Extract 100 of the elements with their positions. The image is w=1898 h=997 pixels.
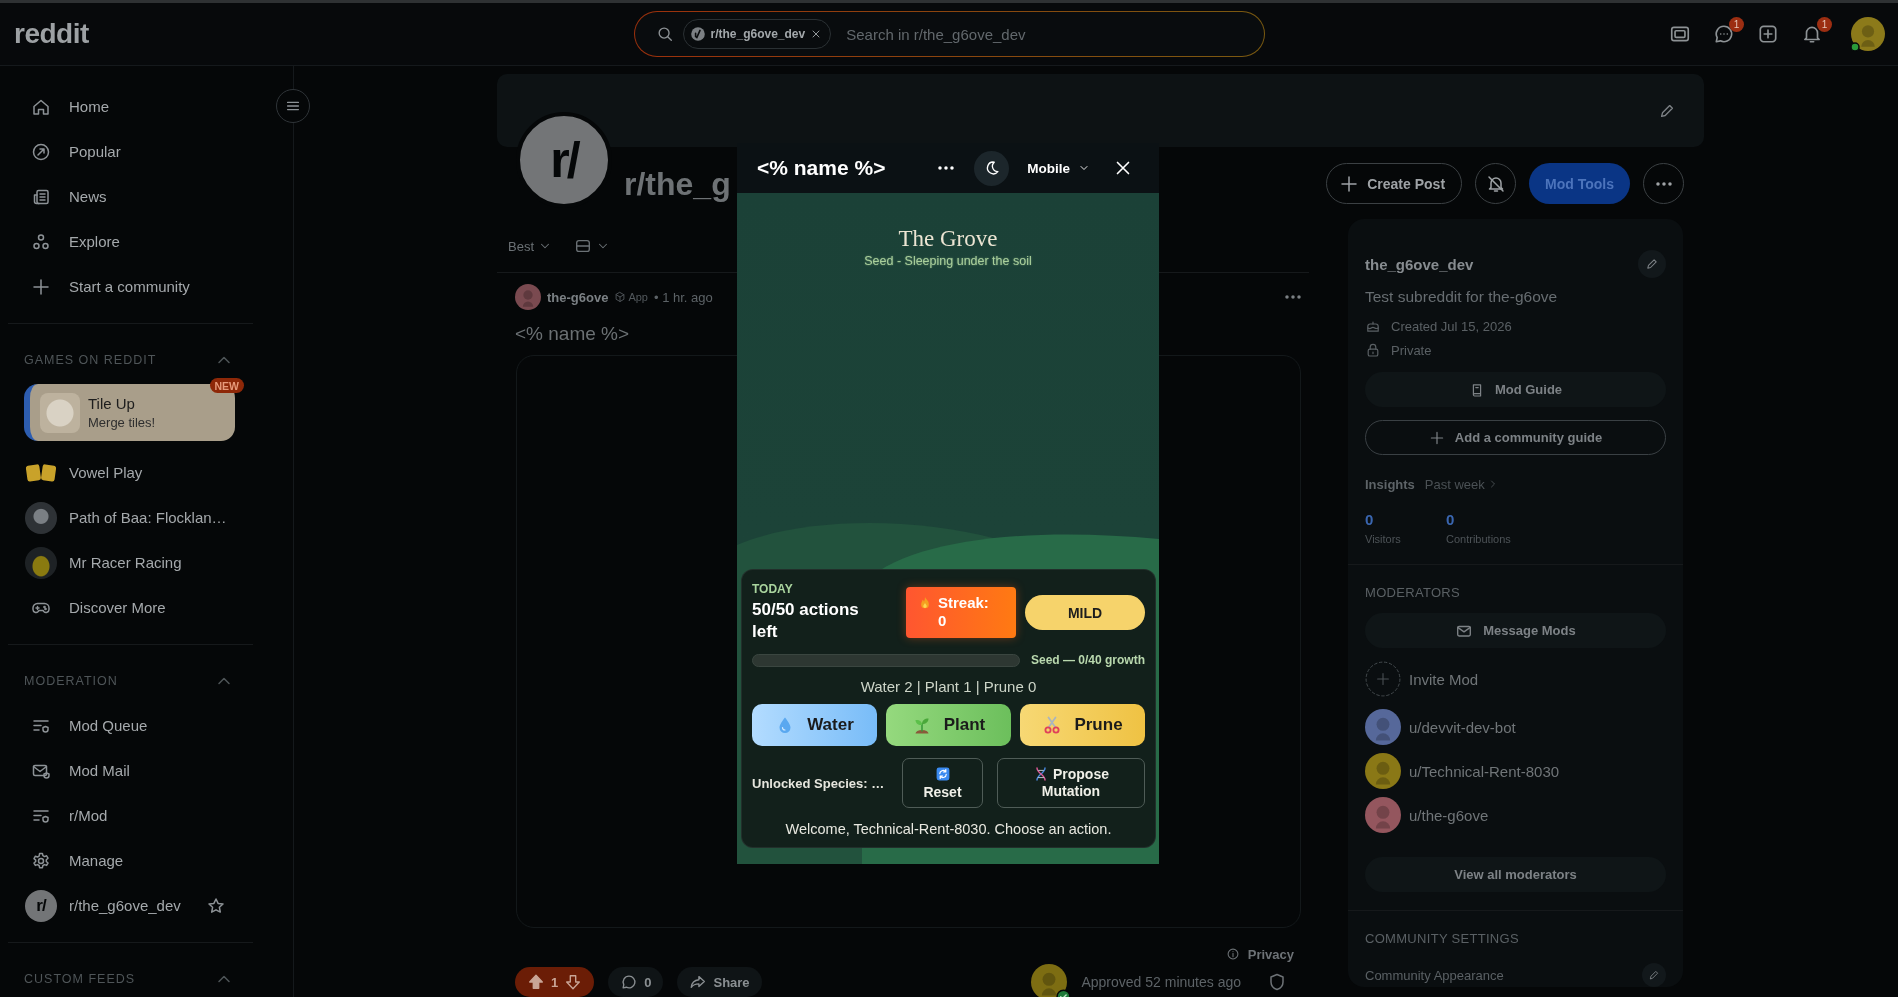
streak-label: Streak: 0 <box>938 594 990 630</box>
stat-value: 0 <box>1365 511 1374 529</box>
section-heading: MODERATORS <box>1365 585 1460 601</box>
bell-off-icon <box>1485 173 1506 194</box>
game-subtitle: Merge tiles! <box>88 415 156 430</box>
created-date: Created Jul 15, 2026 <box>1391 318 1512 334</box>
visibility-label: Private <box>1391 342 1432 358</box>
propose-mutation-button[interactable]: Propose Mutation <box>997 758 1145 808</box>
community-name: the_g6ove_dev <box>1365 255 1474 273</box>
sidebar-item[interactable]: Manage <box>8 838 253 883</box>
sidebar-item[interactable]: News <box>8 174 253 219</box>
stat-label: Visitors <box>1365 532 1401 546</box>
game-thumbnail <box>40 392 80 433</box>
approval-status: Approved 52 minutes ago <box>1081 974 1241 990</box>
share-button[interactable]: Share <box>677 967 762 997</box>
arrow-circle-icon <box>31 141 51 162</box>
cube-icon <box>614 291 627 303</box>
community-description: Test subreddit for the-g6ove <box>1365 287 1559 307</box>
sidebar-item[interactable]: Mod Mail <box>8 748 253 793</box>
status-message: Welcome, Technical-Rent-8030. Choose an action. <box>785 820 1112 839</box>
circles-icon <box>31 231 51 252</box>
view-all-moderators-button[interactable]: View all moderators <box>1365 857 1666 892</box>
plus-icon <box>1339 173 1360 194</box>
dna-icon <box>1033 766 1049 782</box>
upvote-arrow-icon[interactable] <box>527 973 545 991</box>
game-title: Tile Up <box>88 395 135 412</box>
plus-icon <box>1428 429 1445 446</box>
sidebar-item[interactable]: Mr Racer Racing <box>8 540 253 585</box>
comments-button[interactable]: 0 <box>608 967 664 997</box>
moderator-item[interactable]: u/the-g6ove <box>1365 797 1666 833</box>
new-badge: NEW <box>209 378 244 393</box>
moderator-item[interactable]: u/Technical-Rent-8030 <box>1365 753 1666 789</box>
share-icon <box>689 973 708 991</box>
preview-title: <% name %> <box>757 156 886 180</box>
moderator-item[interactable]: u/devvit-dev-bot <box>1365 709 1666 745</box>
message-mods-button[interactable]: Message Mods <box>1365 613 1666 648</box>
view-mode-dropdown[interactable]: Mobile <box>1027 160 1090 176</box>
growth-label: Seed — 0/40 growth <box>1030 653 1145 667</box>
sidebar-item[interactable]: r/Mod <box>8 793 253 838</box>
sidebar-item[interactable]: Home <box>8 84 253 129</box>
collapse-sidebar-button[interactable] <box>276 89 310 123</box>
sort-button[interactable]: Best <box>508 238 552 254</box>
more-icon[interactable] <box>938 166 955 170</box>
more-icon[interactable] <box>1655 181 1672 186</box>
sidebar-item[interactable]: Explore <box>8 219 253 264</box>
post-title: <% name %> <box>515 322 630 346</box>
pencil-icon <box>1648 969 1660 981</box>
stat-value: 0 <box>1446 511 1455 529</box>
mod-guide-button[interactable]: Mod Guide <box>1365 372 1666 407</box>
community-avatar: r/ <box>25 889 57 922</box>
shield-icon[interactable] <box>1267 972 1287 992</box>
privacy-link[interactable]: Privacy <box>1225 945 1294 963</box>
refresh-icon <box>934 765 951 782</box>
notification-badge: 1 <box>1729 17 1744 32</box>
edit-button[interactable] <box>1638 250 1666 278</box>
info-icon <box>1225 947 1240 961</box>
search-field[interactable]: r/the_g6ove_dev Search in r/the_g6ove_dev <box>633 11 1265 57</box>
insights-label: Insights <box>1365 476 1415 492</box>
game-thumbnail <box>25 501 57 534</box>
sidebar-item[interactable]: r/ r/the_g6ove_dev <box>8 883 181 928</box>
game-title: The Grove <box>898 225 998 253</box>
action-button[interactable]: Plant <box>886 704 1011 746</box>
sidebar-item[interactable]: Discover More <box>8 585 253 630</box>
community-title: r/the_g <box>624 165 731 204</box>
dashed-plus-circle-icon <box>1365 661 1401 697</box>
plus-icon <box>31 276 51 297</box>
star-icon[interactable] <box>206 895 226 916</box>
invite-mod-button[interactable]: Invite Mod <box>1365 661 1666 697</box>
app-tag: App <box>628 291 648 303</box>
flame-icon <box>918 595 932 611</box>
sidebar-item[interactable]: Mod Queue <box>8 703 253 748</box>
user-avatar <box>515 284 541 310</box>
lock-icon <box>1365 342 1381 358</box>
vote-count: 1 <box>551 974 559 990</box>
community-icon <box>689 26 706 42</box>
layout-icon[interactable] <box>574 237 592 255</box>
theme-toggle-button[interactable] <box>974 150 1010 186</box>
chat-icon[interactable] <box>1713 23 1735 45</box>
edit-button[interactable] <box>1642 963 1666 987</box>
sidebar-item[interactable]: Vowel Play <box>8 450 253 495</box>
section-heading: COMMUNITY SETTINGS <box>1365 931 1519 947</box>
unlocked-species: Unlocked Species: … <box>752 775 885 791</box>
logo[interactable]: reddit <box>14 18 89 50</box>
user-avatar <box>1851 17 1885 51</box>
action-button[interactable]: Water <box>752 704 877 746</box>
post-author[interactable]: the-g6ove <box>547 289 609 305</box>
game-subtitle: Seed - Sleeping under the soil <box>864 253 1032 269</box>
notification-badge: 1 <box>1817 17 1832 32</box>
actions-left: 50/50 actions left <box>752 599 860 643</box>
downvote-arrow-icon[interactable] <box>564 973 583 991</box>
sidebar-item[interactable]: Start a community <box>8 264 253 309</box>
today-label: TODAY <box>752 582 793 596</box>
reset-button[interactable]: Reset <box>902 758 983 808</box>
add-square-icon[interactable] <box>1757 23 1779 45</box>
sidebar-item[interactable]: Popular <box>8 129 253 174</box>
gear-icon <box>31 850 51 871</box>
difficulty-button[interactable]: MILD <box>1025 595 1145 630</box>
sidebar-item[interactable]: Path of Baa: Flocklan… <box>8 495 253 540</box>
action-counts: Water 2 | Plant 1 | Prune 0 <box>860 677 1037 697</box>
action-button[interactable]: Prune <box>1020 704 1145 746</box>
